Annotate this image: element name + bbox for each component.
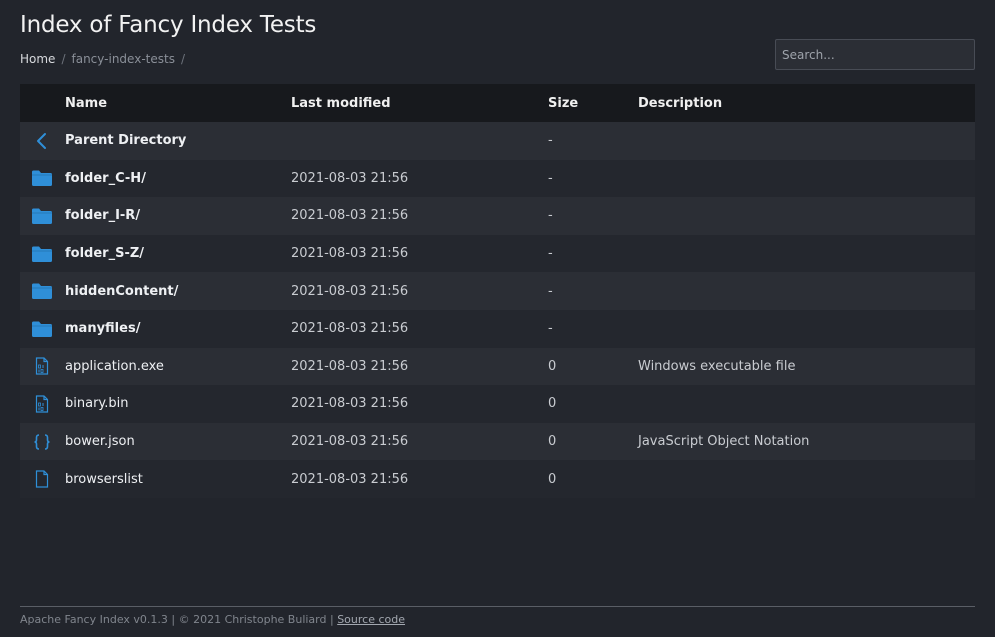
- footer-text: Apache Fancy Index v0.1.3 | © 2021 Chris…: [20, 613, 334, 626]
- size-cell: 0: [548, 471, 557, 487]
- column-header-last-modified[interactable]: Last modified: [291, 84, 391, 122]
- file-name-cell: application.exe: [65, 348, 164, 386]
- breadcrumb-separator: /: [180, 52, 185, 66]
- table-row[interactable]: hiddenContent/2021-08-03 21:56 -: [20, 272, 975, 310]
- size-cell: -: [548, 208, 553, 224]
- file-link[interactable]: hiddenContent/: [65, 284, 178, 299]
- column-header-size[interactable]: Size: [548, 84, 578, 122]
- size-cell: -: [548, 321, 553, 337]
- folder-icon: [30, 235, 54, 273]
- file-name-cell: browserslist: [65, 460, 143, 498]
- source-code-link[interactable]: Source code: [337, 613, 405, 626]
- file-link[interactable]: folder_C-H/: [65, 171, 146, 186]
- footer: Apache Fancy Index v0.1.3 | © 2021 Chris…: [20, 613, 405, 626]
- back-chevron-icon: [30, 122, 54, 160]
- file-link[interactable]: Parent Directory: [65, 133, 186, 148]
- file-link[interactable]: browserslist: [65, 472, 143, 487]
- table-row[interactable]: folder_I-R/2021-08-03 21:56 -: [20, 197, 975, 235]
- file-name-cell: Parent Directory: [65, 122, 186, 160]
- table-row[interactable]: folder_S-Z/2021-08-03 21:56 -: [20, 234, 975, 273]
- file-link[interactable]: bower.json: [65, 434, 135, 449]
- file-name-cell: manyfiles/: [65, 310, 140, 348]
- description-cell: JavaScript Object Notation: [638, 434, 810, 450]
- file-name-cell: folder_I-R/: [65, 197, 140, 235]
- footer-divider: [20, 606, 975, 607]
- table-row[interactable]: bower.json 2021-08-03 21:56 0 JavaScript Ob…: [20, 422, 975, 461]
- json-braces-icon: [30, 423, 54, 461]
- file-name-cell: hiddenContent/: [65, 272, 178, 310]
- description-cell: Windows executable file: [638, 358, 796, 374]
- last-modified-cell: 2021-08-03 21:56: [291, 396, 409, 412]
- binary-file-icon: [30, 385, 54, 423]
- size-cell: 0: [548, 358, 557, 374]
- size-cell: 0: [548, 396, 557, 412]
- last-modified-cell: 2021-08-03 21:56: [291, 246, 409, 262]
- last-modified-cell: 2021-08-03 21:56: [291, 434, 409, 450]
- breadcrumb-separator: /: [61, 52, 66, 66]
- file-table: Name Last modified Size Description Pare…: [20, 84, 975, 498]
- size-cell: -: [548, 283, 553, 299]
- last-modified-cell: 2021-08-03 21:56: [291, 208, 409, 224]
- column-header-description[interactable]: Description: [638, 84, 722, 122]
- size-cell: -: [548, 170, 553, 186]
- page-title: Index of Fancy Index Tests: [20, 12, 317, 38]
- file-link[interactable]: manyfiles/: [65, 321, 140, 336]
- page: Index of Fancy Index Tests Home / fancy-…: [0, 0, 995, 637]
- search-input[interactable]: [775, 39, 975, 70]
- file-link[interactable]: application.exe: [65, 359, 164, 374]
- breadcrumb: Home / fancy-index-tests /: [20, 52, 185, 66]
- binary-file-icon: [30, 348, 54, 386]
- file-link[interactable]: folder_I-R/: [65, 208, 140, 223]
- table-row[interactable]: manyfiles/2021-08-03 21:56 -: [20, 309, 975, 348]
- last-modified-cell: 2021-08-03 21:56: [291, 283, 409, 299]
- file-icon: [30, 460, 54, 498]
- last-modified-cell: 2021-08-03 21:56: [291, 170, 409, 186]
- table-row[interactable]: binary.bin 2021-08-03 21:56 0: [20, 385, 975, 423]
- folder-icon: [30, 197, 54, 235]
- breadcrumb-current: fancy-index-tests: [71, 52, 175, 66]
- size-cell: 0: [548, 434, 557, 450]
- last-modified-cell: 2021-08-03 21:56: [291, 321, 409, 337]
- table-row[interactable]: application.exe 2021-08-03 21:56 0 Windows …: [20, 347, 975, 386]
- table-row[interactable]: browserslist 2021-08-03 21:56 0: [20, 460, 975, 498]
- folder-icon: [30, 272, 54, 310]
- file-link[interactable]: binary.bin: [65, 396, 129, 411]
- file-name-cell: bower.json: [65, 423, 135, 461]
- folder-icon: [30, 310, 54, 348]
- folder-icon: [30, 160, 54, 198]
- file-name-cell: folder_S-Z/: [65, 235, 144, 273]
- breadcrumb-home-link[interactable]: Home: [20, 52, 55, 66]
- parent-directory-row[interactable]: Parent Directory -: [20, 122, 975, 160]
- size-cell: -: [548, 133, 553, 149]
- file-name-cell: folder_C-H/: [65, 160, 146, 198]
- column-header-name[interactable]: Name: [65, 84, 107, 122]
- file-name-cell: binary.bin: [65, 385, 129, 423]
- file-link[interactable]: folder_S-Z/: [65, 246, 144, 261]
- table-row[interactable]: folder_C-H/2021-08-03 21:56 -: [20, 159, 975, 198]
- last-modified-cell: 2021-08-03 21:56: [291, 471, 409, 487]
- table-header-row: Name Last modified Size Description: [20, 84, 975, 122]
- last-modified-cell: 2021-08-03 21:56: [291, 358, 409, 374]
- size-cell: -: [548, 246, 553, 262]
